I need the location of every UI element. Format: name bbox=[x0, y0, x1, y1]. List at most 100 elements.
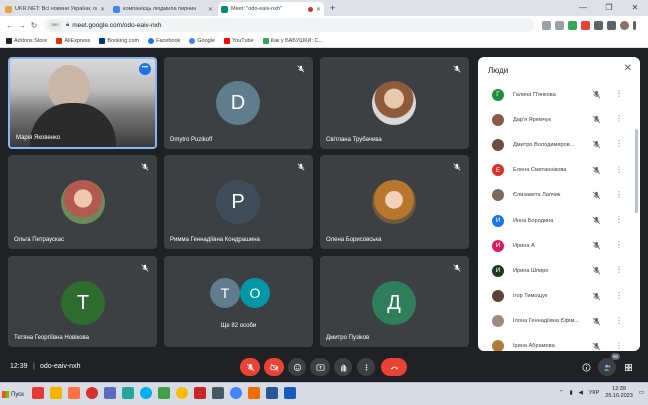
word-icon[interactable] bbox=[284, 387, 296, 399]
participant-tile[interactable]: Д Дмитро Пузіков bbox=[320, 256, 469, 347]
browser-tab-meet[interactable]: Meet: "odo-eaiv-nxh" ✕ bbox=[218, 2, 324, 16]
participant-tile[interactable]: ••• Марія Яковенко bbox=[8, 57, 157, 149]
close-tab-icon[interactable]: ✕ bbox=[208, 6, 213, 13]
shield-extension-icon[interactable] bbox=[568, 20, 577, 30]
more-vertical-icon[interactable]: ⋮ bbox=[615, 239, 623, 251]
bookmark-facebook[interactable]: Facebook bbox=[148, 37, 180, 44]
taskbar-app-icon[interactable] bbox=[248, 387, 260, 399]
more-vertical-icon[interactable]: ⋮ bbox=[615, 340, 623, 351]
profile-avatar-icon[interactable] bbox=[620, 20, 629, 30]
browser-tab-google[interactable]: компанієць людмила пирнин ✕ bbox=[110, 2, 216, 16]
taskbar-app-icon[interactable] bbox=[122, 387, 134, 399]
mic-off-icon[interactable] bbox=[592, 216, 601, 225]
present-screen-button[interactable] bbox=[310, 358, 330, 376]
back-icon[interactable]: ← bbox=[4, 21, 16, 30]
participant-list-item[interactable]: И Ирина Шпиро ⋮ bbox=[478, 258, 632, 283]
bookmark-booking[interactable]: Booking.com bbox=[99, 37, 139, 44]
participant-list-item[interactable]: Е Елена Сметаннікова ⋮ bbox=[478, 158, 632, 183]
system-clock[interactable]: 12:39 25.10.2023 bbox=[605, 386, 633, 400]
share-icon[interactable] bbox=[542, 20, 551, 30]
emoji-reaction-button[interactable] bbox=[288, 358, 306, 376]
new-tab-button[interactable]: + bbox=[330, 2, 335, 16]
camera-toggle-button[interactable] bbox=[264, 358, 284, 376]
minimize-icon[interactable]: — bbox=[570, 0, 596, 16]
close-window-icon[interactable]: ✕ bbox=[622, 0, 648, 16]
participant-list-item[interactable]: Дмитро Володимиров... ⋮ bbox=[478, 132, 632, 157]
mic-off-icon[interactable] bbox=[592, 140, 601, 149]
participant-list-item[interactable]: И Инна Бородина ⋮ bbox=[478, 208, 632, 233]
bookmark-aliexpress[interactable]: AliExpress bbox=[56, 37, 90, 44]
network-icon[interactable]: ▮ bbox=[570, 390, 573, 396]
taskbar-app-icon[interactable] bbox=[68, 387, 80, 399]
taskbar-app-icon[interactable] bbox=[158, 387, 170, 399]
participant-list-item[interactable]: Ігор Тимощук ⋮ bbox=[478, 284, 632, 309]
skype-icon[interactable] bbox=[140, 387, 152, 399]
raise-hand-button[interactable] bbox=[334, 358, 352, 376]
mic-off-icon[interactable] bbox=[592, 115, 601, 124]
bookmark-recipes[interactable]: Как у БАБУШКИ: С... bbox=[262, 37, 323, 44]
participant-list-item[interactable]: Г Галина П'янкова ⋮ bbox=[478, 82, 632, 107]
taskbar-app-icon[interactable] bbox=[194, 387, 206, 399]
chrome-active-icon[interactable] bbox=[230, 387, 242, 399]
bookmark-addons[interactable]: Addons Store bbox=[6, 37, 47, 44]
more-vertical-icon[interactable]: ⋮ bbox=[615, 290, 623, 302]
participant-tile[interactable]: D Dmytro Puzikoff bbox=[164, 57, 313, 149]
close-panel-icon[interactable]: ✕ bbox=[624, 63, 632, 74]
mic-off-icon[interactable] bbox=[592, 317, 601, 326]
close-tab-icon[interactable]: ✕ bbox=[100, 6, 105, 13]
more-vertical-icon[interactable]: ⋮ bbox=[615, 189, 623, 201]
mic-off-icon[interactable] bbox=[592, 342, 601, 351]
sidebar-icon[interactable] bbox=[607, 20, 616, 30]
participant-tile[interactable]: Олена Борисовська bbox=[320, 155, 469, 249]
start-button[interactable]: Пуск bbox=[2, 387, 26, 402]
microphone-toggle-button[interactable] bbox=[240, 358, 260, 376]
maximize-icon[interactable]: ❐ bbox=[596, 0, 622, 16]
bookmark-star-icon[interactable] bbox=[555, 20, 564, 30]
leave-call-button[interactable] bbox=[381, 358, 407, 376]
notifications-icon[interactable]: ▭ bbox=[639, 390, 644, 396]
more-vertical-icon[interactable]: ⋮ bbox=[615, 315, 623, 327]
reload-icon[interactable]: ↻ bbox=[28, 21, 40, 30]
mic-off-icon[interactable] bbox=[592, 241, 601, 250]
taskbar-app-icon[interactable] bbox=[104, 387, 116, 399]
participant-tile[interactable]: Світлана Трубачева bbox=[320, 57, 469, 149]
taskbar-app-icon[interactable] bbox=[32, 387, 44, 399]
puzzle-icon[interactable] bbox=[594, 20, 603, 30]
participant-list-item[interactable]: Дар'я Яремчук ⋮ bbox=[478, 107, 632, 132]
more-vertical-icon[interactable]: ⋮ bbox=[615, 88, 623, 100]
language-indicator[interactable]: УКР bbox=[589, 390, 599, 396]
extension-icon[interactable] bbox=[581, 20, 590, 30]
menu-dots-icon[interactable] bbox=[633, 20, 636, 30]
more-participants-tile[interactable]: T O Ще 82 особи bbox=[164, 256, 313, 347]
opera-icon[interactable] bbox=[86, 387, 98, 399]
participant-list-item[interactable]: Єлизавета Лапчик ⋮ bbox=[478, 183, 632, 208]
mic-off-icon[interactable] bbox=[592, 292, 601, 301]
participant-tile[interactable]: Ольга Петраускас bbox=[8, 155, 157, 249]
more-vertical-icon[interactable]: ⋮ bbox=[615, 214, 623, 226]
mic-off-icon[interactable] bbox=[592, 166, 601, 175]
tray-chevron-icon[interactable]: ⌃ bbox=[559, 390, 564, 396]
more-vertical-icon[interactable]: ⋮ bbox=[615, 113, 623, 125]
chrome-icon[interactable] bbox=[176, 387, 188, 399]
volume-icon[interactable]: ◀ bbox=[579, 390, 583, 396]
panel-scrollbar[interactable] bbox=[635, 129, 638, 213]
lock-icon[interactable]: 🔒︎ bbox=[66, 22, 69, 29]
bookmark-youtube[interactable]: YouTube bbox=[224, 37, 254, 44]
forward-icon[interactable]: → bbox=[16, 21, 28, 30]
meeting-details-button[interactable] bbox=[578, 358, 594, 376]
word-icon[interactable] bbox=[266, 387, 278, 399]
more-vertical-icon[interactable]: ⋮ bbox=[615, 164, 623, 176]
browser-tab-ukrnet[interactable]: UKR.NET: Всі новини України, ос ✕ bbox=[2, 2, 108, 16]
mic-off-icon[interactable] bbox=[592, 90, 601, 99]
more-options-icon[interactable]: ••• bbox=[139, 63, 151, 75]
close-tab-icon[interactable]: ✕ bbox=[316, 6, 321, 13]
more-options-button[interactable] bbox=[357, 358, 375, 376]
address-bar[interactable]: Ven 🔒︎ meet.google.com/odo-eaiv-nxh bbox=[44, 18, 534, 32]
profile-chip[interactable]: Ven bbox=[48, 20, 62, 30]
more-vertical-icon[interactable]: ⋮ bbox=[615, 264, 623, 276]
participant-tile[interactable]: T Тетяна Георгіївна Новікова bbox=[8, 256, 157, 347]
mic-off-icon[interactable] bbox=[592, 191, 601, 200]
taskbar-app-icon[interactable] bbox=[212, 387, 224, 399]
taskbar-app-icon[interactable] bbox=[50, 387, 62, 399]
more-vertical-icon[interactable]: ⋮ bbox=[615, 138, 623, 150]
